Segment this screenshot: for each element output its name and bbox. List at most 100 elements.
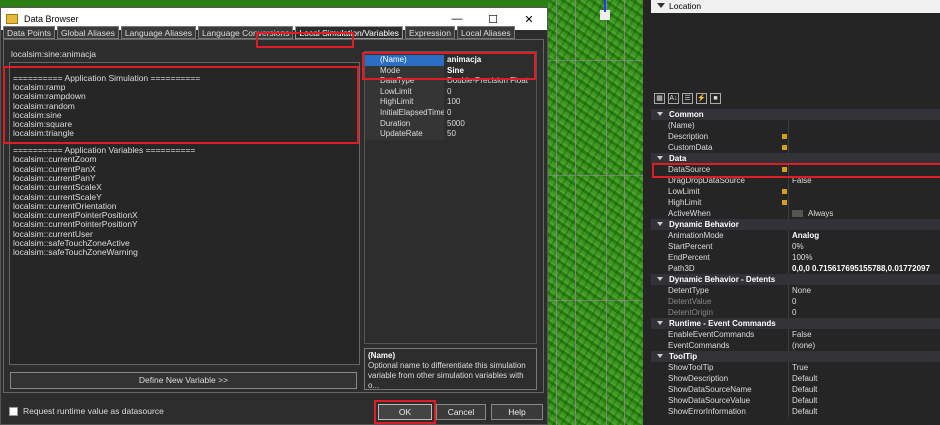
- category-header[interactable]: Dynamic Behavior: [651, 219, 940, 230]
- property-value[interactable]: 0: [444, 87, 535, 98]
- runtime-value-checkbox-row[interactable]: Request runtime value as datasource: [9, 406, 164, 416]
- expand-triangle-icon[interactable]: [657, 222, 663, 226]
- collapse-triangle-icon[interactable]: [657, 3, 665, 8]
- property-value[interactable]: 5000: [444, 119, 535, 130]
- expand-triangle-icon[interactable]: [657, 156, 663, 160]
- expand-triangle-icon[interactable]: [657, 354, 663, 358]
- property-name: LowLimit: [365, 86, 444, 98]
- selected-path-field[interactable]: localsim:sine:animacja: [9, 47, 355, 61]
- category-header[interactable]: Common: [651, 109, 940, 120]
- list-item[interactable]: localsim::safeTouchZoneWarning: [13, 247, 138, 257]
- property-row[interactable]: ShowDataSourceValue Default: [651, 395, 940, 406]
- property-row[interactable]: StartPercent 0%: [651, 241, 940, 252]
- define-new-variable-button[interactable]: Define New Variable >>: [10, 372, 357, 389]
- property-row[interactable]: AnimationMode Analog: [651, 230, 940, 241]
- alphabetical-icon[interactable]: A↓: [668, 93, 679, 104]
- property-row[interactable]: DetentType None: [651, 285, 940, 296]
- property-value[interactable]: Default: [789, 373, 940, 384]
- property-value[interactable]: [789, 142, 940, 153]
- property-row[interactable]: ActiveWhen Always: [651, 208, 940, 219]
- property-row[interactable]: EnableEventCommands False: [651, 329, 940, 340]
- datasource-pin-icon[interactable]: [782, 189, 787, 194]
- list-item[interactable]: localsim::currentPointerPositionY: [13, 219, 138, 229]
- property-row[interactable]: (Name): [651, 120, 940, 131]
- expand-triangle-icon[interactable]: [657, 277, 663, 281]
- location-header[interactable]: Location: [651, 0, 940, 13]
- tab-local-aliases[interactable]: Local Aliases: [457, 26, 515, 39]
- property-row[interactable]: ShowToolTip True: [651, 362, 940, 373]
- property-row[interactable]: UpdateRate 50: [365, 129, 535, 140]
- property-row[interactable]: LowLimit 0: [365, 86, 535, 98]
- category-label: Data: [669, 154, 687, 163]
- property-value[interactable]: False: [789, 329, 940, 340]
- property-row[interactable]: DetentValue 0: [651, 296, 940, 307]
- help-button[interactable]: Help: [491, 404, 543, 420]
- property-value[interactable]: [789, 120, 940, 131]
- property-value[interactable]: 100%: [789, 252, 940, 263]
- highlight-application-simulation: [3, 66, 359, 144]
- cancel-button[interactable]: Cancel: [436, 404, 486, 420]
- property-row[interactable]: InitialElapsedTime 0: [365, 108, 535, 119]
- property-row[interactable]: CustomData: [651, 142, 940, 153]
- tab-expression[interactable]: Expression: [404, 26, 455, 39]
- property-value[interactable]: Always: [789, 208, 940, 219]
- property-value[interactable]: [789, 131, 940, 142]
- property-row[interactable]: Path3D 0,0,0 0.715617695155788,0.01772097: [651, 263, 940, 274]
- tab-language-aliases[interactable]: Language Aliases: [120, 26, 196, 39]
- property-row[interactable]: HighLimit: [651, 197, 940, 208]
- dialog-title: Data Browser: [24, 14, 79, 24]
- property-row[interactable]: EndPercent 100%: [651, 252, 940, 263]
- property-name: InitialElapsedTime: [365, 108, 444, 119]
- property-value[interactable]: Analog: [789, 230, 940, 241]
- expand-triangle-icon[interactable]: [657, 112, 663, 116]
- property-row[interactable]: ShowDescription Default: [651, 373, 940, 384]
- categorized-icon[interactable]: ▦: [654, 93, 665, 104]
- datasource-pin-icon[interactable]: [782, 200, 787, 205]
- maximize-button[interactable]: ☐: [475, 13, 511, 26]
- property-value[interactable]: Default: [789, 384, 940, 395]
- runtime-value-checkbox[interactable]: [9, 406, 18, 416]
- property-value[interactable]: 0: [789, 296, 940, 307]
- property-value[interactable]: 0: [789, 307, 940, 318]
- property-value[interactable]: 50: [444, 129, 535, 140]
- property-value[interactable]: 0%: [789, 241, 940, 252]
- list-item[interactable]: localsim::currentZoom: [13, 154, 97, 164]
- events-icon[interactable]: ⚡: [696, 93, 707, 104]
- category-header[interactable]: ToolTip: [651, 351, 940, 362]
- property-row[interactable]: EventCommands (none): [651, 340, 940, 351]
- category-header[interactable]: Dynamic Behavior - Detents: [651, 274, 940, 285]
- grid-line: [548, 300, 643, 301]
- tab-global-aliases[interactable]: Global Aliases: [56, 26, 119, 39]
- minimize-button[interactable]: —: [439, 13, 475, 25]
- property-value[interactable]: Default: [789, 406, 940, 417]
- property-row[interactable]: Description: [651, 131, 940, 142]
- property-value[interactable]: Default: [789, 395, 940, 406]
- property-value[interactable]: True: [789, 362, 940, 373]
- close-button[interactable]: ✕: [511, 13, 547, 26]
- property-value[interactable]: 0: [444, 108, 535, 119]
- datasource-pin-icon[interactable]: [782, 145, 787, 150]
- property-row[interactable]: LowLimit: [651, 186, 940, 197]
- property-value[interactable]: [789, 197, 940, 208]
- expand-triangle-icon[interactable]: [657, 321, 663, 325]
- property-row[interactable]: ShowErrorInformation Default: [651, 406, 940, 417]
- property-pages-icon[interactable]: ■: [710, 93, 721, 104]
- property-row[interactable]: Duration 5000: [365, 118, 535, 130]
- property-row[interactable]: ShowDataSourceName Default: [651, 384, 940, 395]
- category-label: ToolTip: [669, 352, 698, 361]
- checkbox-icon[interactable]: [792, 210, 803, 218]
- category-header[interactable]: Runtime - Event Commands: [651, 318, 940, 329]
- property-value[interactable]: None: [789, 285, 940, 296]
- category-label: Dynamic Behavior: [669, 220, 739, 229]
- properties-icon[interactable]: ☰: [682, 93, 693, 104]
- property-name: ActiveWhen: [651, 208, 789, 219]
- property-value[interactable]: (none): [789, 340, 940, 351]
- property-value[interactable]: [789, 186, 940, 197]
- datasource-pin-icon[interactable]: [782, 134, 787, 139]
- property-row[interactable]: DetentOrigin 0: [651, 307, 940, 318]
- property-value[interactable]: 0,0,0 0.715617695155788,0.01772097: [789, 263, 940, 274]
- tab-data-points[interactable]: Data Points: [3, 26, 55, 39]
- property-value[interactable]: 100: [444, 97, 535, 108]
- list-item[interactable]: localsim::currentScaleX: [13, 182, 102, 192]
- property-row[interactable]: HighLimit 100: [365, 97, 535, 108]
